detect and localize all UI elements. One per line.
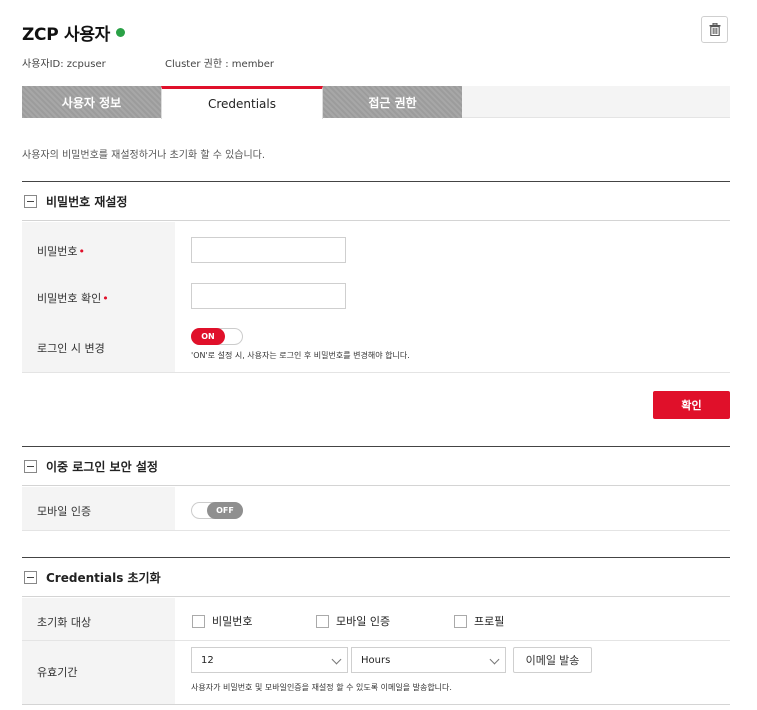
checkbox[interactable] xyxy=(454,614,467,628)
mobile-auth-label: 모바일 인증 xyxy=(37,505,92,518)
two-factor-section-title: 이중 로그인 보안 설정 xyxy=(46,459,158,474)
cluster-role-text: Cluster 권한 : member xyxy=(165,59,275,70)
password-input[interactable] xyxy=(191,237,346,263)
tab-access-rights[interactable]: 접근 권한 xyxy=(323,86,462,118)
reset-section-title: Credentials 초기화 xyxy=(46,570,161,585)
change-on-login-toggle[interactable]: ON xyxy=(191,328,243,345)
reset-hint: 사용자가 비밀번호 및 모바일인증을 재설정 할 수 있도록 이메일을 발송합니… xyxy=(191,683,452,692)
tab-bar: 사용자 정보 Credentials 접근 권한 xyxy=(22,86,730,119)
tab-user-info[interactable]: 사용자 정보 xyxy=(22,86,161,118)
toggle-knob: ON xyxy=(191,328,225,345)
trash-icon xyxy=(709,23,720,36)
password-label: 비밀번호• xyxy=(37,245,85,258)
delete-user-button[interactable] xyxy=(701,16,728,43)
checkbox[interactable] xyxy=(192,614,205,628)
reset-target-mobile-auth[interactable]: 모바일 인증 xyxy=(316,613,390,629)
collapse-icon[interactable] xyxy=(24,194,37,208)
page-header: ZCP 사용자 xyxy=(22,20,126,45)
password-section-title: 비밀번호 재설정 xyxy=(46,194,128,209)
chevron-down-icon xyxy=(489,654,500,665)
collapse-icon[interactable] xyxy=(24,459,37,473)
validity-label: 유효기간 xyxy=(37,666,78,679)
divider xyxy=(22,372,730,373)
reset-target-label: 초기화 대상 xyxy=(37,616,92,629)
collapse-icon[interactable] xyxy=(24,570,37,584)
send-email-button[interactable]: 이메일 발송 xyxy=(513,647,592,673)
required-mark: • xyxy=(102,292,109,305)
divider xyxy=(22,704,730,705)
page-title: ZCP 사용자 xyxy=(22,25,111,45)
password-confirm-label: 비밀번호 확인• xyxy=(37,292,109,305)
password-section-header[interactable]: 비밀번호 재설정 xyxy=(22,181,730,221)
toggle-knob: OFF xyxy=(207,502,243,519)
validity-value-select[interactable]: 12 xyxy=(191,647,348,673)
change-on-login-hint: 'ON'로 설정 시, 사용자는 로그인 후 비밀번호를 변경해야 합니다. xyxy=(191,351,410,360)
validity-unit-select[interactable]: Hours xyxy=(351,647,506,673)
two-factor-section-header[interactable]: 이중 로그인 보안 설정 xyxy=(22,446,730,486)
user-id-text: 사용자ID: zcpuser xyxy=(22,59,106,70)
reset-target-password[interactable]: 비밀번호 xyxy=(192,613,252,629)
chevron-down-icon xyxy=(331,654,342,665)
page-description: 사용자의 비밀번호를 재설정하거나 초기화 할 수 있습니다. xyxy=(22,150,266,161)
reset-target-profile[interactable]: 프로필 xyxy=(454,613,504,629)
checkbox[interactable] xyxy=(316,614,329,628)
change-on-login-label: 로그인 시 변경 xyxy=(37,342,105,355)
password-confirm-input[interactable] xyxy=(191,283,346,309)
tab-credentials[interactable]: Credentials xyxy=(161,86,323,119)
divider xyxy=(22,640,730,641)
divider xyxy=(22,530,730,531)
reset-section-header[interactable]: Credentials 초기화 xyxy=(22,557,730,597)
required-mark: • xyxy=(78,245,85,258)
confirm-button[interactable]: 확인 xyxy=(653,391,730,419)
mobile-auth-toggle[interactable]: OFF xyxy=(191,502,243,519)
status-dot xyxy=(116,28,126,37)
